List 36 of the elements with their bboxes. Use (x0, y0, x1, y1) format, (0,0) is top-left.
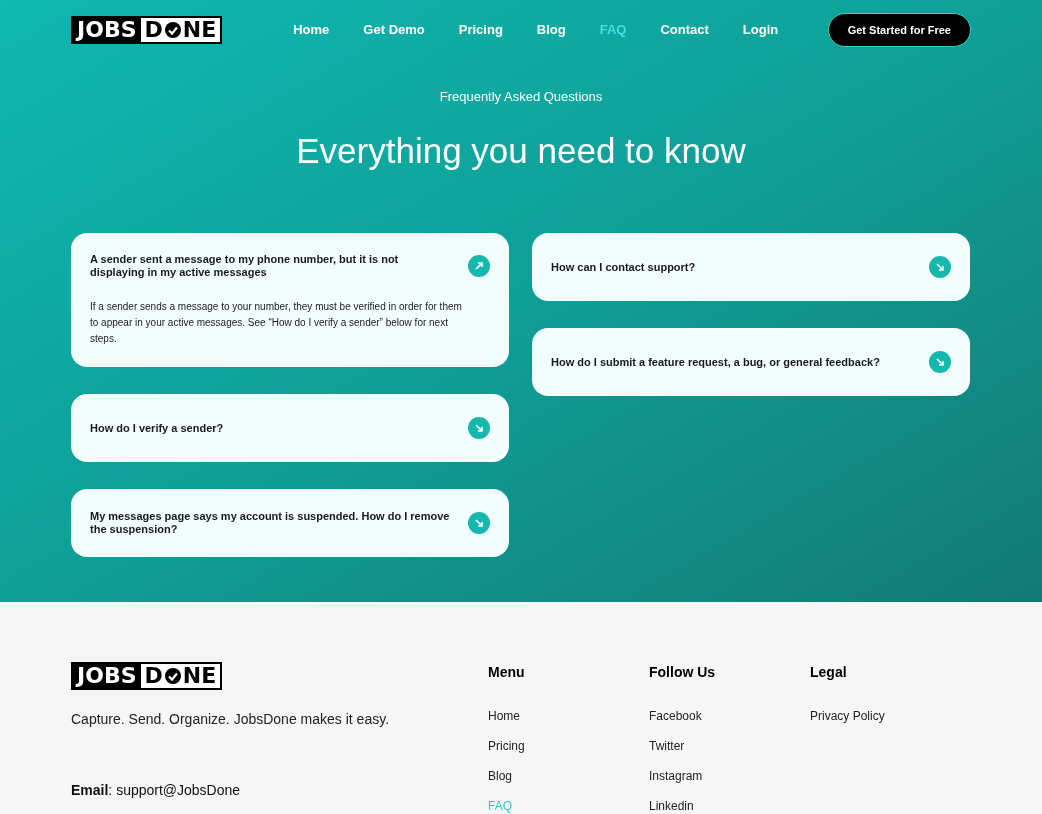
faq-question: A sender sent a message to my phone number, but it is not displaying in my active messages (90, 253, 400, 279)
arrow-down-right-icon[interactable] (929, 351, 951, 373)
footer-link[interactable]: Linkedin (649, 798, 810, 814)
footer-link[interactable]: Privacy Policy (810, 708, 971, 725)
check-circle-icon (163, 667, 182, 685)
faq-question: My messages page says my account is suspended. How do I remove the suspension? (90, 510, 451, 536)
footer-link[interactable]: Home (488, 708, 649, 725)
faq-card[interactable]: My messages page says my account is suspended. How do I remove the suspension? (71, 489, 509, 557)
eyebrow-text: Frequently Asked Questions (438, 88, 604, 106)
arrow-down-right-icon[interactable] (468, 512, 490, 534)
faq-question: How do I submit a feature request, a bug, or general feedback? (551, 355, 881, 369)
footer-heading: Follow Us (649, 663, 717, 682)
arrow-down-right-icon[interactable] (468, 417, 490, 439)
footer-link[interactable]: Blog (488, 768, 649, 785)
faq-card[interactable] (71, 233, 509, 367)
footer-link[interactable]: Facebook (649, 708, 810, 725)
faq-question: How do I verify a sender? (90, 421, 225, 435)
footer-link[interactable]: Instagram (649, 768, 810, 785)
footer-heading: Legal (810, 663, 848, 682)
footer-tagline: Capture. Send. Organize. JobsDone makes it easy. (71, 710, 390, 729)
faq-card[interactable]: How do I submit a feature request, a bug, or general feedback? (532, 328, 970, 396)
faq-card[interactable]: How can I contact support? (532, 233, 970, 301)
footer-heading: Menu (488, 663, 526, 682)
jobsdone-logo[interactable]: JOBS D NE (71, 16, 223, 44)
faq-question: How can I contact support? (551, 260, 697, 274)
arrow-down-right-icon[interactable] (929, 256, 951, 278)
check-circle-icon (163, 21, 182, 39)
faq-answer: If a sender sends a message to your number, they must be verified in order for them to appear in your active messages. See “How do I verify a sender” below for next steps. (90, 300, 463, 346)
get-started-button[interactable]: Get Started for Free (827, 13, 971, 47)
arrow-up-right-icon[interactable] (468, 255, 490, 277)
footer-link[interactable]: Pricing (488, 738, 649, 755)
faq-card[interactable]: How do I verify a sender? (71, 394, 509, 462)
page-heading: Everything you need to know (295, 129, 747, 172)
footer-email: Email: support@JobsDone (71, 781, 242, 800)
jobsdone-logo[interactable]: JOBS D NE (71, 662, 223, 690)
footer-link[interactable]: Twitter (649, 738, 810, 755)
